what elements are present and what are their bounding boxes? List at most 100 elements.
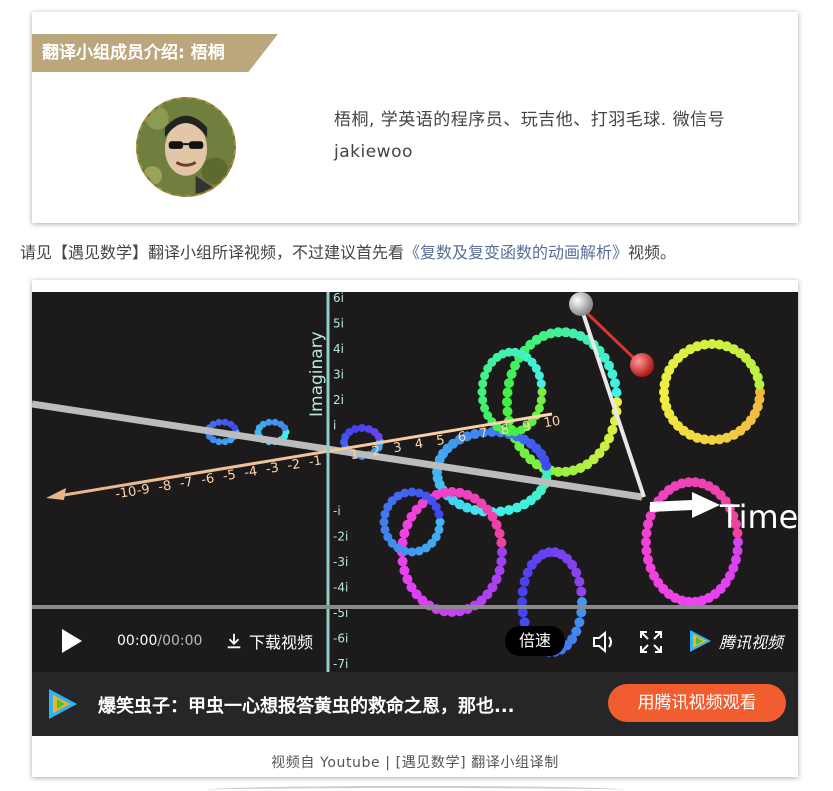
tencent-video-app-icon	[49, 689, 77, 719]
real-tick-label: -3	[265, 460, 280, 477]
trail-ball	[504, 505, 514, 515]
play-icon	[62, 629, 82, 653]
video-player[interactable]: -10 -9 -8 -7 -6 -5 -4 -3 -2 -1 1 2 3 4 5 6 7 8 9 10 6i 5i 4i 3…	[32, 292, 798, 672]
trail-ball	[571, 567, 582, 578]
trail-ball	[502, 406, 513, 417]
trail-ball	[281, 424, 289, 432]
trail-ball	[491, 519, 502, 530]
trail-ball	[399, 528, 410, 539]
imaginary-tick-label: 4i	[333, 342, 344, 356]
next-card-edge	[205, 786, 625, 791]
trail-ball	[402, 574, 413, 585]
trail-ball	[480, 403, 490, 413]
trail-ball	[504, 378, 514, 389]
trail-ball	[397, 556, 408, 567]
complex-functions-link[interactable]: 《复数及复变函数的动画解析》	[404, 243, 628, 262]
intro-text: 梧桐, 学英语的程序员、玩吉他、打羽毛球. 微信号 jakiewoo	[334, 110, 726, 162]
duration: /00:00	[157, 633, 203, 649]
trail-ball	[496, 556, 507, 567]
download-icon	[227, 633, 241, 649]
trail-ball	[496, 537, 507, 548]
lead-paragraph: 请见【遇见数学】翻译小组所译视频，不过建议首先看《复数及复变函数的动画解析》视频…	[20, 239, 676, 263]
trail-ball	[477, 387, 487, 397]
volume-button[interactable]	[591, 629, 617, 655]
imaginary-tick-label: 3i	[333, 368, 344, 382]
video-title[interactable]: 爆笑虫子：甲虫一心想报答黄虫的救命之恩，那也...	[98, 692, 568, 718]
trail-ball	[517, 586, 528, 597]
trail-ball	[541, 460, 552, 471]
trail-ball	[358, 424, 366, 432]
trail-ball	[732, 545, 743, 556]
imaginary-tick-label: 6i	[333, 292, 344, 305]
real-tick-label: -4	[243, 464, 258, 481]
lead-text-after: 视频。	[628, 243, 677, 262]
trail-ball	[537, 387, 547, 397]
trail-ball	[399, 565, 410, 576]
trail-ball	[536, 395, 546, 405]
trail-ball	[506, 369, 517, 380]
lead-text-before: 请见【遇见数学】翻译小组所译视频，不过建议首先看	[20, 243, 405, 262]
imaginary-tick-label: i	[333, 419, 336, 433]
watch-in-tencent-video-button[interactable]: 用腾讯视频观看	[608, 684, 786, 722]
tencent-video-brand[interactable]: 腾讯视频	[687, 628, 783, 654]
video-info-bar: 爆笑虫子：甲虫一心想报答黄虫的救命之恩，那也... 用腾讯视频观看	[32, 672, 798, 736]
volume-icon	[593, 630, 612, 654]
imaginary-tick-label: -2i	[333, 530, 348, 544]
intro-banner: 翻译小组成员介绍: 梧桐	[32, 34, 278, 72]
white-sphere	[569, 292, 593, 316]
real-tick-label: -5	[222, 468, 237, 485]
play-button[interactable]	[58, 627, 84, 655]
imaginary-tick-label: -4i	[333, 581, 348, 595]
current-time: 00:00	[117, 633, 158, 649]
trail-ball	[607, 424, 618, 435]
imaginary-tick-label: -i	[333, 504, 341, 518]
real-tick-label: -2	[286, 457, 301, 474]
video-frame-image: -10-9 -8 -7 -6 -5 -4 -3 -2 -1 1 2 3 4 5 6 7 8 9 10 6i5i4i3…	[32, 292, 798, 672]
fullscreen-icon	[640, 631, 662, 653]
trail-ball	[494, 565, 505, 576]
trail-ball	[351, 425, 360, 434]
imaginary-tick-label: 2i	[333, 393, 344, 407]
real-tick-label: -6	[200, 471, 215, 488]
trail-ball	[497, 547, 507, 557]
trail-ball	[536, 379, 546, 389]
trail-ball	[576, 586, 587, 597]
trail-ball	[641, 528, 652, 539]
trail-ball	[611, 387, 622, 398]
real-tick-label: 10	[543, 414, 562, 431]
trail-ball	[754, 379, 765, 390]
trail-ball	[265, 418, 273, 426]
imaginary-tick-label: -3i	[333, 555, 348, 569]
download-label: 下载视频	[249, 633, 314, 652]
trail-ball	[574, 576, 585, 587]
trail-ball	[610, 378, 620, 389]
real-tick-label: -7	[179, 475, 194, 492]
progress-bar[interactable]	[32, 605, 798, 609]
trail-ball	[604, 360, 614, 371]
time-label: Time	[719, 498, 798, 536]
trail-ball	[607, 369, 618, 380]
trail-ball	[215, 418, 223, 426]
trail-ball	[502, 387, 513, 398]
trail-ball	[641, 537, 651, 547]
real-tick-label: -8	[157, 478, 172, 495]
imaginary-tick-label: 5i	[333, 317, 344, 331]
video-card: -10 -9 -8 -7 -6 -5 -4 -3 -2 -1 1 2 3 4 5 6 7 8 9 10 6i 5i 4i 3…	[32, 280, 798, 777]
trail-ball	[380, 525, 390, 535]
download-video-button[interactable]: 下载视频	[225, 629, 313, 653]
trail-ball	[374, 432, 383, 441]
real-tick-label: -1	[308, 453, 323, 470]
brand-label: 腾讯视频	[719, 633, 784, 652]
trail-ball	[221, 438, 229, 446]
avatar	[136, 97, 236, 197]
red-sphere	[630, 353, 654, 377]
speed-button[interactable]: 倍速	[505, 626, 566, 656]
tencent-video-logo-icon	[690, 630, 711, 652]
trail-ball	[494, 528, 505, 539]
fullscreen-button[interactable]	[639, 630, 663, 654]
imaginary-axis-label: Imaginary	[307, 331, 327, 417]
trail-ball	[502, 397, 512, 407]
trail-ball	[643, 554, 653, 565]
trail-ball	[478, 395, 488, 405]
time-display: 00:00/00:00	[117, 633, 202, 649]
